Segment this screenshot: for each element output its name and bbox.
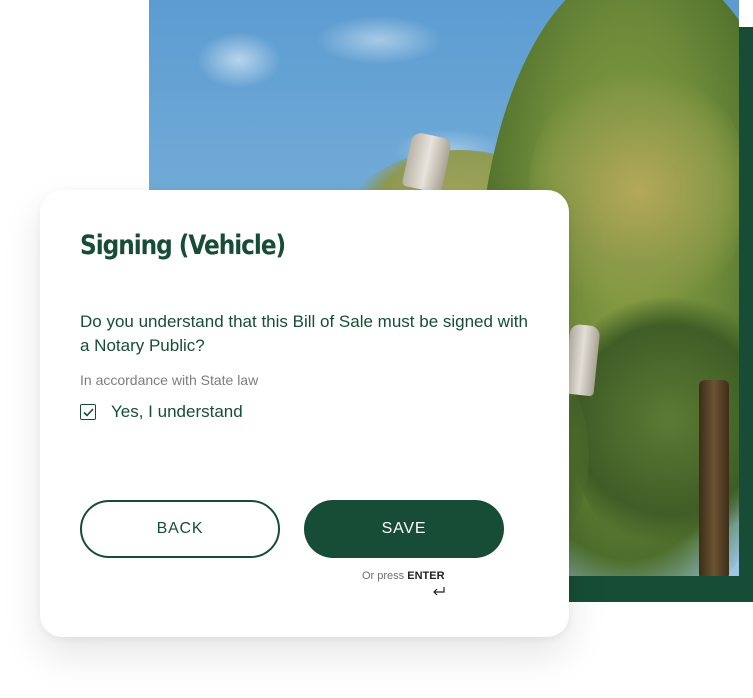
hint-text: In accordance with State law xyxy=(80,372,259,388)
understand-checkbox-row[interactable]: Yes, I understand xyxy=(80,402,243,422)
page-title: Signing (Vehicle) xyxy=(80,230,286,261)
checkmark-icon xyxy=(82,407,94,417)
enter-hint: Or press ENTER xyxy=(362,570,445,582)
understand-checkbox[interactable] xyxy=(80,404,96,420)
understand-checkbox-label: Yes, I understand xyxy=(111,402,243,421)
enter-hint-prefix: Or press xyxy=(362,570,405,582)
page: Signing (Vehicle) Do you understand that… xyxy=(0,0,753,698)
question-text: Do you understand that this Bill of Sale… xyxy=(80,312,528,355)
form-card: Signing (Vehicle) Do you understand that… xyxy=(40,190,569,637)
back-button[interactable]: BACK xyxy=(80,500,280,558)
enter-return-icon xyxy=(433,587,445,596)
save-button[interactable]: SAVE xyxy=(304,500,504,558)
enter-key-label: ENTER xyxy=(407,570,445,582)
